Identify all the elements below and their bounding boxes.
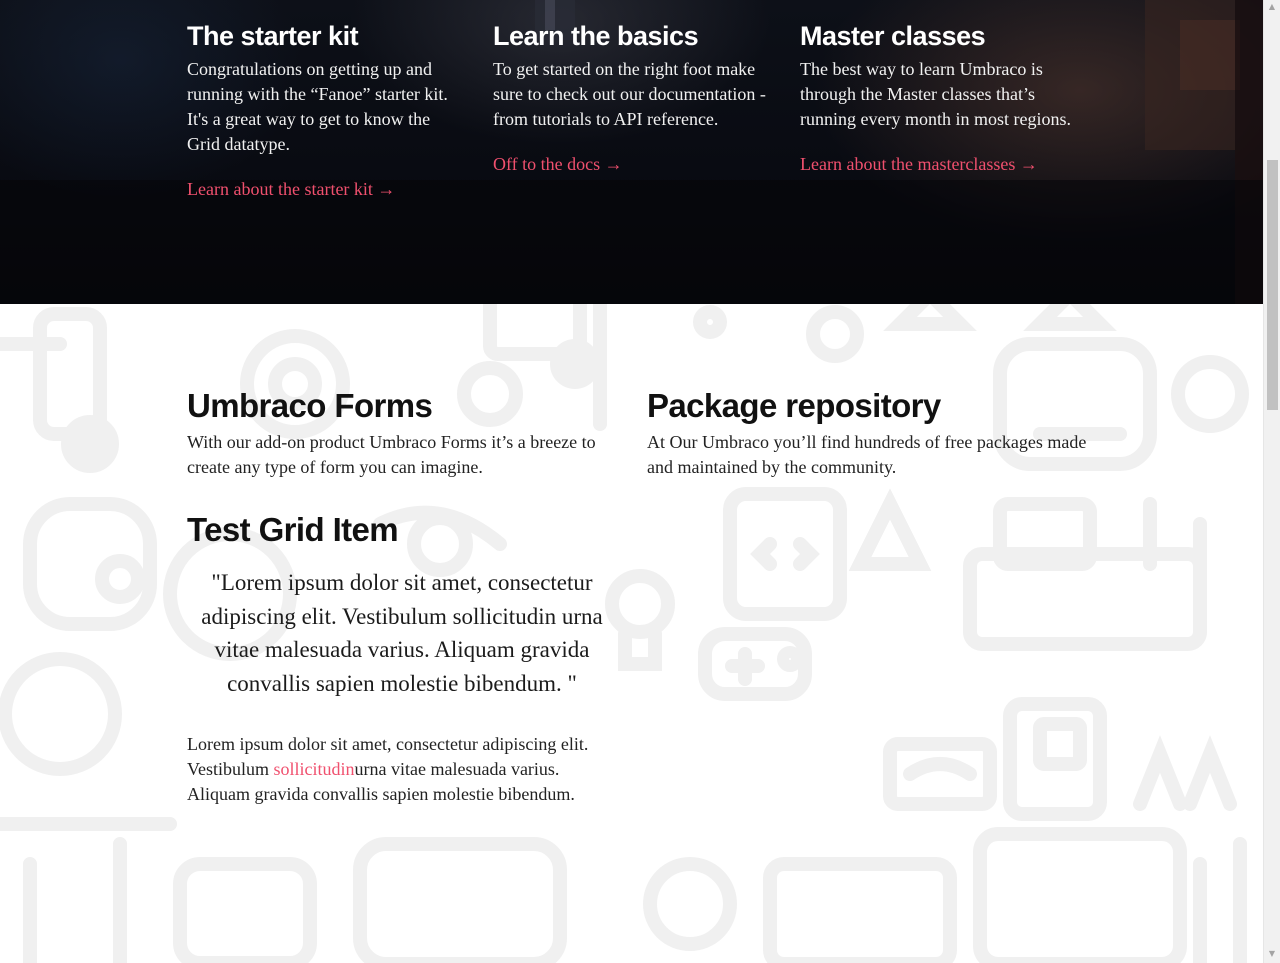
section-title: Umbraco Forms <box>187 387 433 424</box>
hero-column-master-classes: Master classes The best way to learn Umb… <box>800 18 1080 177</box>
docs-link[interactable]: Off to the docs → <box>493 152 623 177</box>
hero-section: The starter kit Congratulations on getti… <box>0 0 1263 304</box>
quote-open-mark: " <box>211 570 221 595</box>
masterclasses-link[interactable]: Learn about the masterclasses → <box>800 152 1038 177</box>
starter-kit-link[interactable]: Learn about the starter kit → <box>187 177 395 202</box>
section-title: Package repository <box>647 387 941 424</box>
hero-text: To get started on the right foot make su… <box>493 59 766 129</box>
pull-quote: "Lorem ipsum dolor sit amet, consectetur… <box>187 566 617 700</box>
page: The starter kit Congratulations on getti… <box>0 0 1263 963</box>
hero-column-starter-kit: The starter kit Congratulations on getti… <box>187 18 467 202</box>
section-text: With our add-on product Umbraco Forms it… <box>187 432 596 477</box>
section-text: At Our Umbraco you’ll find hundreds of f… <box>647 432 1087 477</box>
hero-column-learn-basics: Learn the basics To get started on the r… <box>493 18 773 177</box>
hero-title: Master classes <box>800 21 986 51</box>
quote-close-mark: " <box>567 670 577 696</box>
umbraco-forms-block: Umbraco Forms With our add-on product Um… <box>187 384 627 480</box>
body-paragraph: Lorem ipsum dolor sit amet, consectetur … <box>187 732 617 807</box>
scrollbar-thumb[interactable] <box>1267 160 1278 410</box>
package-repository-block: Package repository At Our Umbraco you’ll… <box>647 384 1087 480</box>
vertical-scrollbar[interactable]: ▲ ▼ <box>1263 0 1280 963</box>
hero-title: Learn the basics <box>493 21 699 51</box>
hero-title: The starter kit <box>187 21 359 51</box>
quote-text: Lorem ipsum dolor sit amet, consectetur … <box>201 570 603 696</box>
triangle-up-icon[interactable]: ▲ <box>1264 0 1280 14</box>
triangle-down-icon[interactable]: ▼ <box>1264 947 1280 961</box>
test-grid-item-block: Test Grid Item "Lorem ipsum dolor sit am… <box>187 508 617 807</box>
hero-text: Congratulations on getting up and runnin… <box>187 59 448 154</box>
hero-text: The best way to learn Umbraco is through… <box>800 59 1071 129</box>
sollicitudin-link[interactable]: sollicitudin <box>274 759 355 779</box>
section-title: Test Grid Item <box>187 511 399 548</box>
content-section: Umbraco Forms With our add-on product Um… <box>0 304 1263 963</box>
